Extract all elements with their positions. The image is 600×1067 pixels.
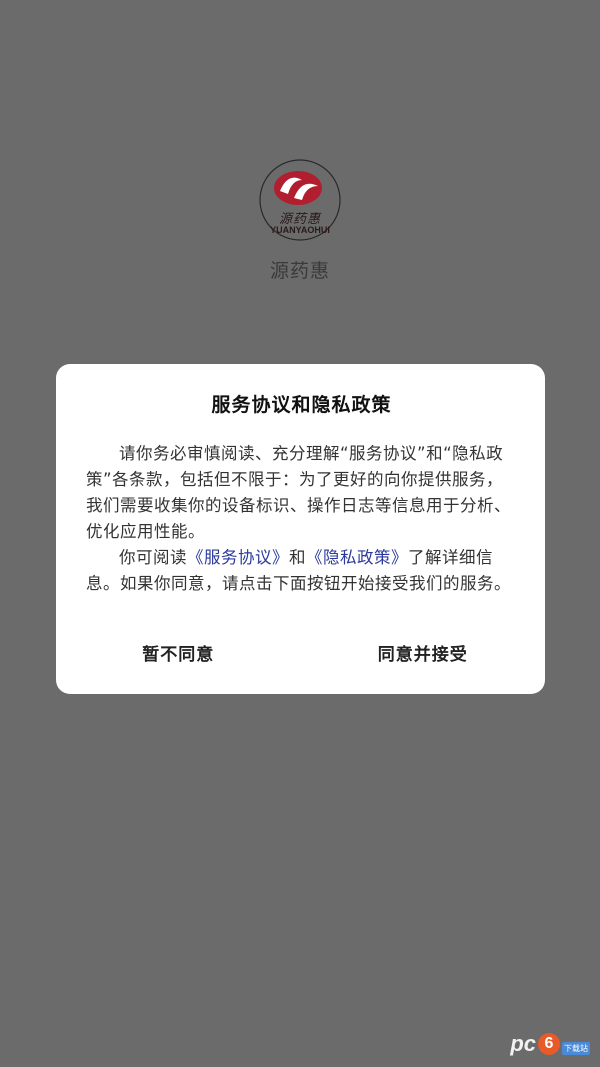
dialog-body: 请你务必审慎阅读、充分理解“服务协议”和“隐私政策”各条款，包括但不限于：为了更… [86,441,517,597]
app-name: 源药惠 [269,260,330,282]
watermark-six-badge: 6 [538,1033,560,1055]
para2-prefix: 你可阅读 [119,548,187,567]
decline-button[interactable]: 暂不同意 [56,632,301,673]
logo-english-text: YUANYAOHUI [270,225,330,235]
privacy-policy-link[interactable]: 《隐私政策》 [306,548,408,567]
dialog-paragraph-2: 你可阅读《服务协议》和《隐私政策》了解详细信息。如果你同意，请点击下面按钮开始接… [86,545,517,597]
watermark-pc-text: pc [510,1031,536,1056]
dialog-paragraph-1: 请你务必审慎阅读、充分理解“服务协议”和“隐私政策”各条款，包括但不限于：为了更… [86,444,511,541]
watermark-tag: 下载站 [562,1041,590,1055]
accept-button[interactable]: 同意并接受 [301,632,546,673]
app-logo: 源药惠 YUANYAOHUI [258,158,342,242]
splash-branding: 源药惠 YUANYAOHUI 源药惠 [0,158,600,283]
site-watermark: pc 6 下载站 [510,1031,590,1057]
dialog-actions: 暂不同意 同意并接受 [56,632,545,673]
service-agreement-link[interactable]: 《服务协议》 [187,548,289,567]
privacy-agreement-dialog: 服务协议和隐私政策 请你务必审慎阅读、充分理解“服务协议”和“隐私政策”各条款，… [56,364,545,694]
dialog-title: 服务协议和隐私政策 [211,394,392,416]
para2-and: 和 [289,548,306,567]
